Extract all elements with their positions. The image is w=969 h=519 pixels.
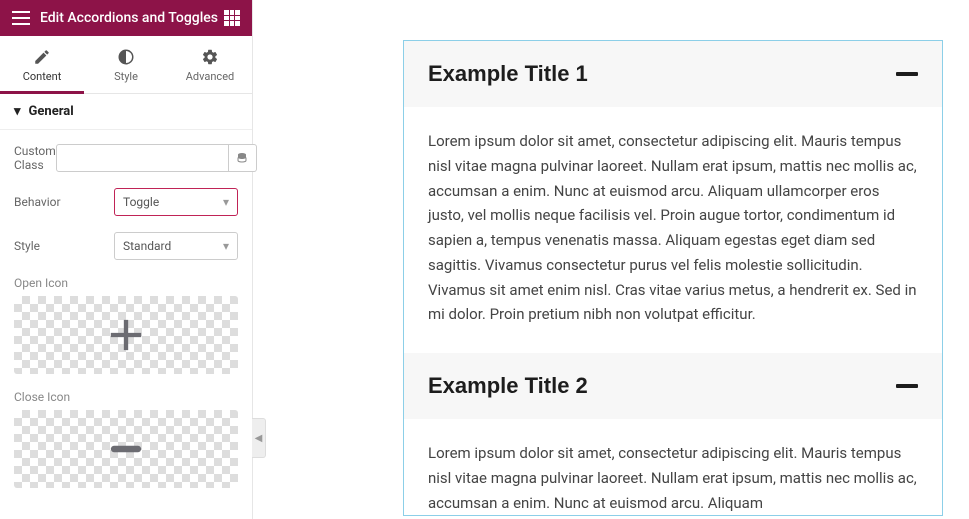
accordion-body: Lorem ipsum dolor sit amet, consectetur … xyxy=(404,419,942,515)
controls-panel: Custom Class Behavior Toggle ▾ Style xyxy=(0,130,252,502)
caret-down-icon: ▾ xyxy=(14,104,21,119)
tab-label: Advanced xyxy=(186,70,234,83)
control-label: Behavior xyxy=(14,195,114,209)
panel-tabs: Content Style Advanced xyxy=(0,36,252,94)
control-behavior: Behavior Toggle ▾ xyxy=(14,188,238,216)
control-close-icon: Close Icon xyxy=(14,390,238,488)
plus-icon xyxy=(100,309,152,361)
editor-sidebar: Edit Accordions and Toggles Content Styl… xyxy=(0,0,253,519)
control-label: Close Icon xyxy=(14,390,238,404)
tab-label: Style xyxy=(114,70,138,83)
control-label: Open Icon xyxy=(14,276,238,290)
accordion-header[interactable]: Example Title 2 xyxy=(404,353,942,419)
minus-icon xyxy=(100,423,152,475)
collapse-sidebar-handle[interactable]: ◀ xyxy=(252,418,266,458)
accordion-item: Example Title 1 Lorem ipsum dolor sit am… xyxy=(404,41,942,353)
control-style: Style Standard ▾ xyxy=(14,232,238,260)
control-custom-class: Custom Class xyxy=(14,144,238,172)
control-label: Style xyxy=(14,239,114,253)
gear-icon xyxy=(201,48,219,66)
menu-icon[interactable] xyxy=(12,11,30,25)
close-icon-picker[interactable] xyxy=(14,410,238,488)
tab-content[interactable]: Content xyxy=(0,36,84,93)
pencil-icon xyxy=(33,48,51,66)
section-label: General xyxy=(29,104,74,119)
preview-canvas: Example Title 1 Lorem ipsum dolor sit am… xyxy=(253,0,969,519)
tab-style[interactable]: Style xyxy=(84,36,168,93)
accordion-widget[interactable]: Example Title 1 Lorem ipsum dolor sit am… xyxy=(403,40,943,516)
chevron-down-icon: ▾ xyxy=(223,195,229,209)
style-select[interactable]: Standard ▾ xyxy=(114,232,238,260)
behavior-select[interactable]: Toggle ▾ xyxy=(114,188,238,216)
accordion-header[interactable]: Example Title 1 xyxy=(404,41,942,107)
chevron-down-icon: ▾ xyxy=(223,239,229,253)
minus-icon xyxy=(896,384,918,388)
chevron-left-icon: ◀ xyxy=(255,433,263,444)
select-value: Toggle xyxy=(123,195,159,209)
custom-class-input[interactable] xyxy=(56,144,229,172)
control-label: Custom Class xyxy=(14,144,56,172)
contrast-icon xyxy=(117,48,135,66)
accordion-title: Example Title 1 xyxy=(428,61,588,87)
accordion-body: Lorem ipsum dolor sit amet, consectetur … xyxy=(404,107,942,353)
apps-grid-icon[interactable] xyxy=(224,10,240,26)
section-general[interactable]: ▾ General xyxy=(0,94,252,130)
tab-label: Content xyxy=(23,70,62,83)
accordion-item: Example Title 2 Lorem ipsum dolor sit am… xyxy=(404,353,942,515)
panel-title: Edit Accordions and Toggles xyxy=(40,10,224,26)
accordion-title: Example Title 2 xyxy=(428,373,588,399)
control-open-icon: Open Icon xyxy=(14,276,238,374)
open-icon-picker[interactable] xyxy=(14,296,238,374)
sidebar-header: Edit Accordions and Toggles xyxy=(0,0,252,36)
select-value: Standard xyxy=(123,239,171,253)
tab-advanced[interactable]: Advanced xyxy=(168,36,252,93)
database-icon[interactable] xyxy=(229,144,257,172)
minus-icon xyxy=(896,72,918,76)
